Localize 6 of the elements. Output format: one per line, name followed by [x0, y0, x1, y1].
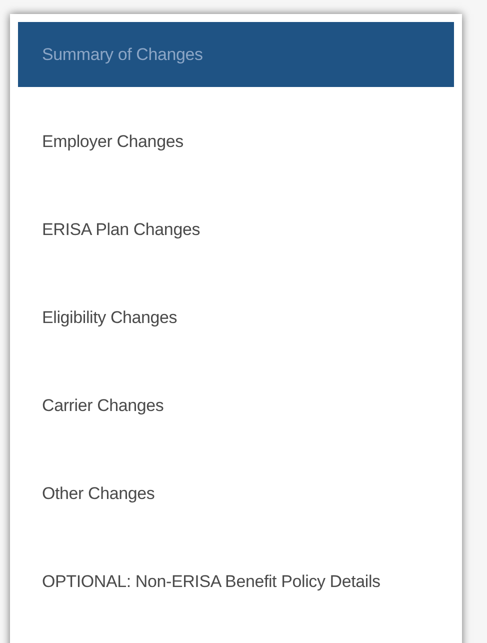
menu-item[interactable]: Carrier Changes — [18, 362, 454, 450]
menu-item[interactable]: Eligibility Changes — [18, 274, 454, 362]
menu-item[interactable]: ERISA Plan Changes — [18, 186, 454, 274]
menu-item[interactable]: Other Changes — [18, 450, 454, 538]
menu-item[interactable]: OPTIONAL: Non-ERISA Benefit Policy Details — [18, 538, 454, 626]
menu-item[interactable]: Employer Changes — [18, 98, 454, 186]
